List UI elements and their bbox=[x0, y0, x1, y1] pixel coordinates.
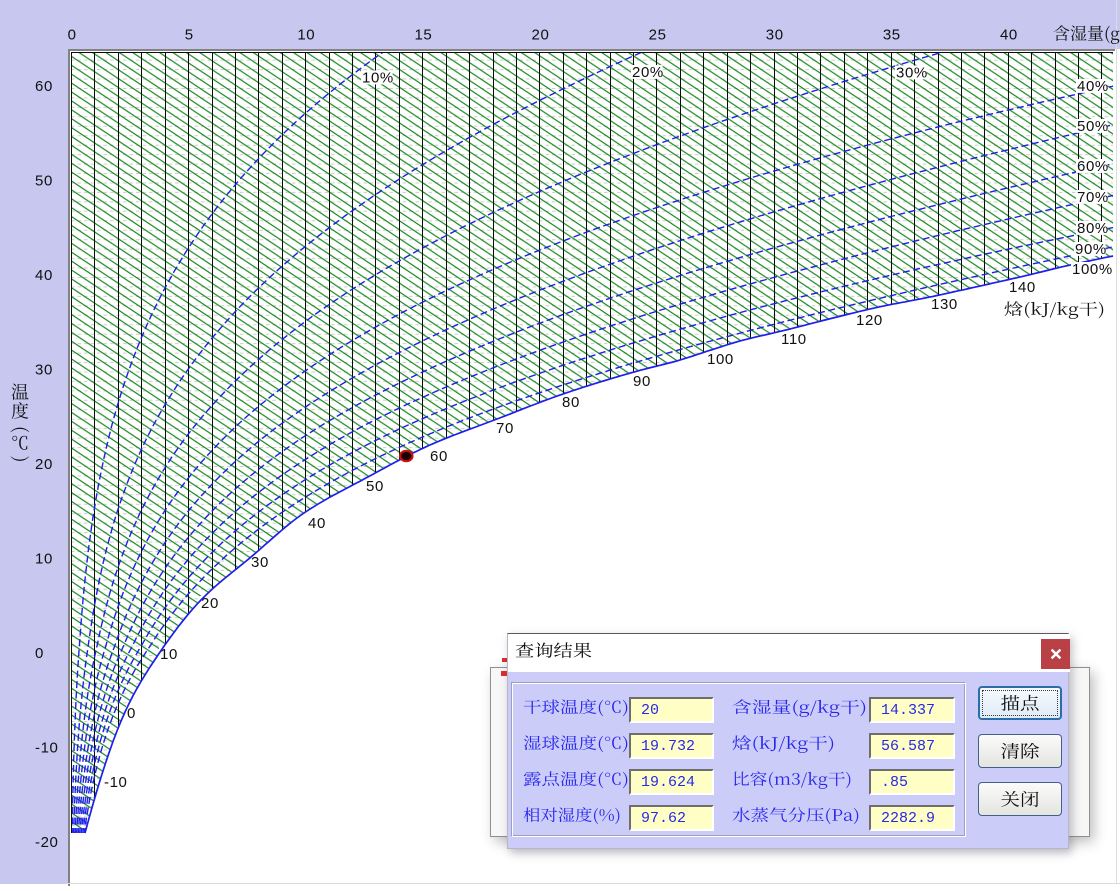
svg-text:90: 90 bbox=[633, 373, 651, 390]
svg-text:10: 10 bbox=[297, 26, 315, 43]
svg-text:-10: -10 bbox=[35, 739, 58, 756]
svg-text:15: 15 bbox=[414, 26, 432, 43]
svg-text:60%: 60% bbox=[1077, 158, 1109, 175]
svg-text:60: 60 bbox=[430, 448, 448, 465]
svg-text:40: 40 bbox=[35, 267, 53, 284]
svg-text:80: 80 bbox=[562, 394, 580, 411]
svg-text:70%: 70% bbox=[1077, 189, 1109, 206]
svg-text:0: 0 bbox=[68, 26, 77, 43]
svg-text:20%: 20% bbox=[632, 64, 664, 81]
svg-text:40%: 40% bbox=[1077, 78, 1109, 95]
svg-text:50: 50 bbox=[366, 478, 384, 495]
svg-text:30: 30 bbox=[35, 361, 53, 378]
svg-text:35: 35 bbox=[883, 26, 901, 43]
svg-text:30: 30 bbox=[766, 26, 784, 43]
svg-text:0: 0 bbox=[127, 705, 136, 722]
svg-text:30%: 30% bbox=[896, 64, 928, 81]
svg-text:-10: -10 bbox=[104, 774, 127, 791]
svg-text:10%: 10% bbox=[362, 69, 394, 86]
svg-text:130: 130 bbox=[931, 296, 958, 313]
svg-text:20: 20 bbox=[35, 456, 53, 473]
svg-text:40: 40 bbox=[308, 515, 326, 532]
svg-text:100: 100 bbox=[707, 351, 734, 368]
svg-text:40: 40 bbox=[1000, 26, 1018, 43]
svg-text:50%: 50% bbox=[1077, 118, 1109, 135]
svg-text:110: 110 bbox=[781, 331, 807, 348]
svg-text:120: 120 bbox=[856, 312, 883, 329]
svg-text:10: 10 bbox=[35, 550, 53, 567]
svg-text:80%: 80% bbox=[1077, 220, 1109, 237]
svg-text:20: 20 bbox=[532, 26, 550, 43]
svg-text:70: 70 bbox=[496, 420, 514, 437]
svg-text:90%: 90% bbox=[1075, 241, 1107, 258]
svg-text:5: 5 bbox=[185, 26, 194, 43]
svg-text:25: 25 bbox=[649, 26, 667, 43]
svg-text:-20: -20 bbox=[35, 834, 58, 851]
svg-text:140: 140 bbox=[1009, 279, 1036, 296]
svg-text:50: 50 bbox=[35, 172, 53, 189]
svg-text:60: 60 bbox=[35, 78, 53, 95]
svg-text:0: 0 bbox=[35, 645, 44, 662]
svg-text:30: 30 bbox=[251, 554, 269, 571]
svg-text:100%: 100% bbox=[1072, 261, 1113, 278]
